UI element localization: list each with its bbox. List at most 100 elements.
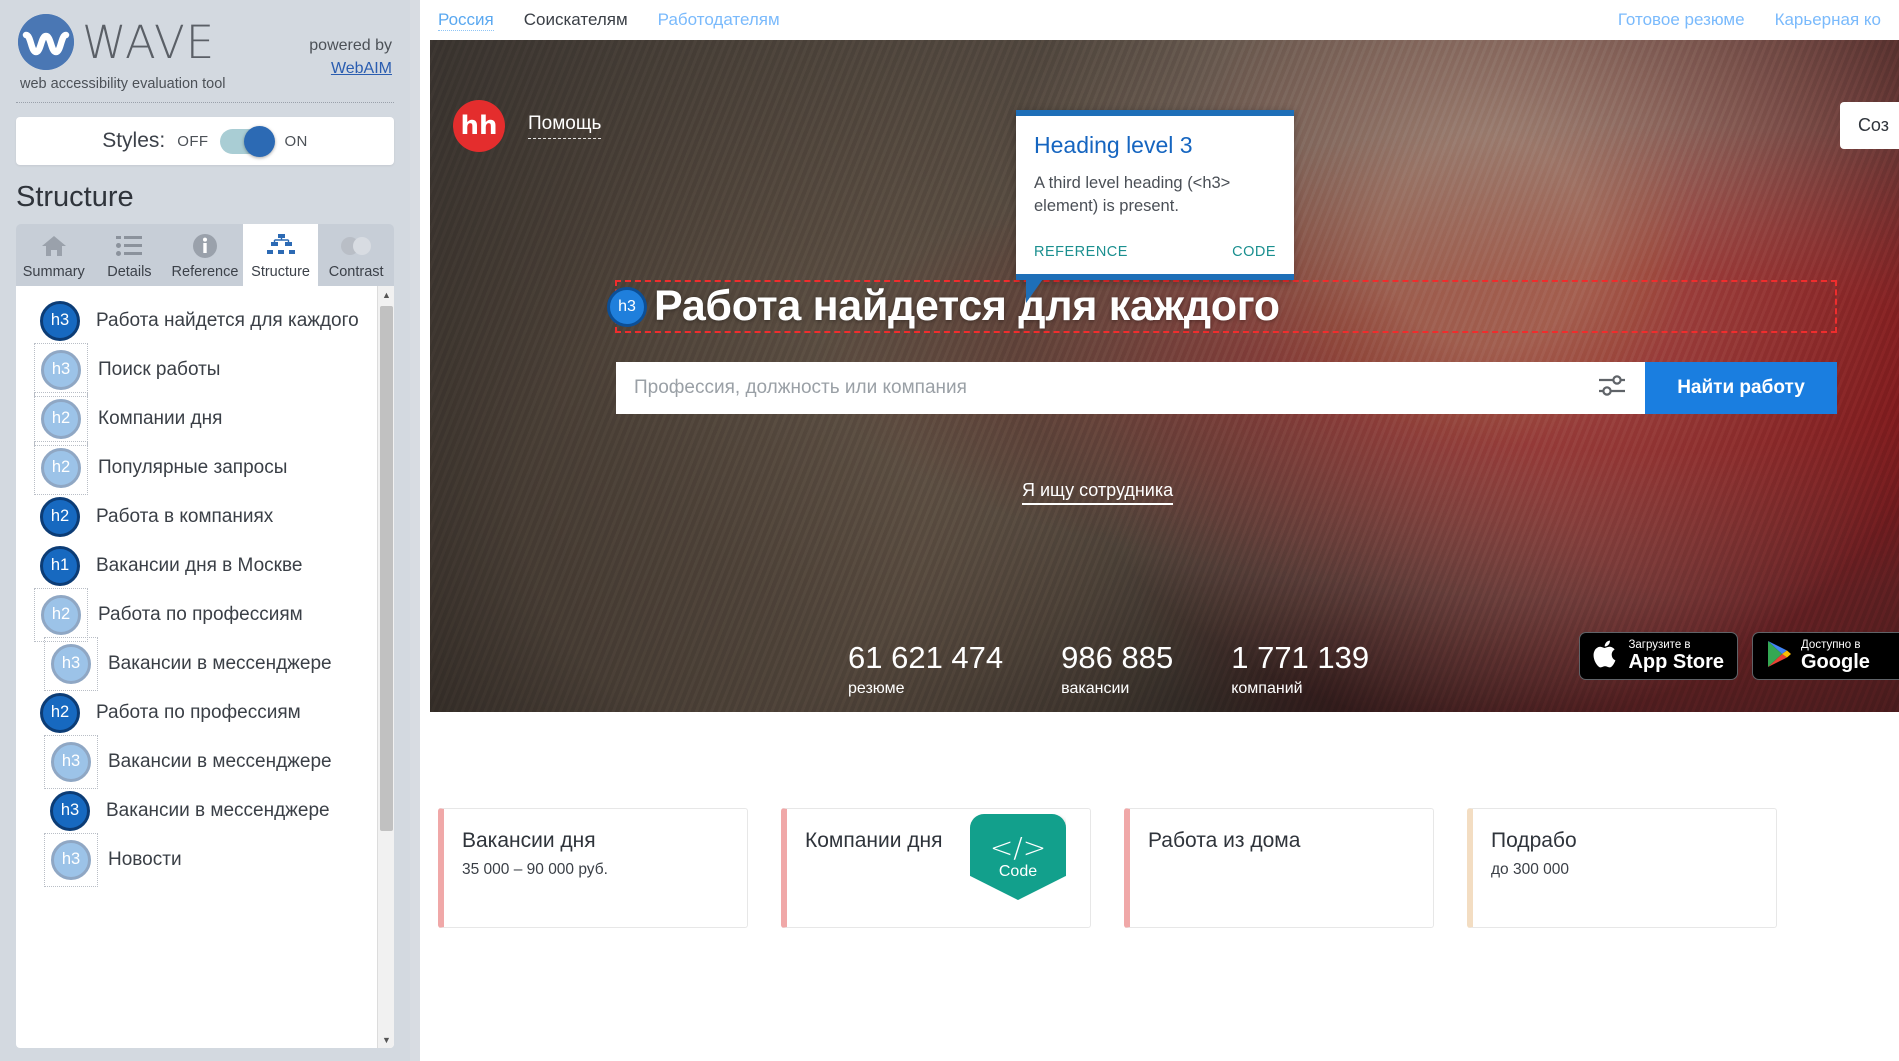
promo-card-subtitle: 35 000 – 90 000 руб. [462, 861, 608, 878]
structure-item[interactable]: h2 Работа по профессиям [16, 688, 394, 737]
wave-evaluation-window: WAVE web accessibility evaluation tool p… [0, 0, 1899, 1061]
structure-item-badge-wrapper: h3 [44, 636, 98, 691]
site-statistics: 61 621 474 резюме 986 885 вакансии 1 771 139… [848, 640, 1369, 698]
wave-tab-bar: Summary Details Reference Structure Cont… [16, 224, 394, 286]
heading-level-badge[interactable]: h3 [40, 300, 80, 341]
h3-marker-icon[interactable]: h3 [607, 287, 647, 327]
wave-code-badge[interactable]: </> Code [970, 814, 1066, 900]
statistic-item: 1 771 139 компаний [1231, 640, 1369, 698]
powered-by-text: powered by [309, 37, 392, 54]
nav-item-career-consult[interactable]: Карьерная ко [1775, 10, 1881, 30]
scrollbar-thumb[interactable] [380, 306, 393, 831]
structure-item[interactable]: h3 Вакансии в мессенджере [16, 786, 394, 835]
google-play-badge[interactable]: Доступно в Google [1752, 632, 1899, 680]
structure-item-label: Поиск работы [98, 358, 221, 380]
employer-search-link[interactable]: Я ищу сотрудника [1022, 480, 1174, 505]
find-job-button[interactable]: Найти работу [1645, 362, 1837, 414]
tab-summary[interactable]: Summary [16, 224, 92, 286]
structure-item[interactable]: h3 Поиск работы [16, 342, 394, 397]
promo-card[interactable]: Компании дня </> Code [781, 808, 1091, 928]
google-play-big-label: Google [1801, 650, 1870, 673]
google-play-icon [1766, 639, 1792, 674]
structure-item-label: Вакансии дня в Москве [96, 554, 303, 576]
nav-item-employers[interactable]: Работодателям [658, 10, 780, 30]
toggle-knob [244, 125, 276, 157]
structure-item-badge-wrapper: h2 [34, 391, 88, 446]
structure-list-scrollbar[interactable]: ▲ ▼ [377, 286, 394, 1048]
header-divider [16, 102, 394, 103]
heading-level-badge[interactable]: h3 [51, 741, 91, 782]
structure-item-badge-wrapper: h1 [34, 540, 86, 592]
heading-level-badge[interactable]: h3 [51, 643, 91, 684]
heading-level-badge[interactable]: h2 [40, 692, 80, 733]
structure-item[interactable]: h3 Новости [16, 832, 394, 887]
filter-settings-icon[interactable] [1597, 374, 1627, 402]
structure-item-badge-wrapper: h3 [34, 295, 86, 347]
search-input-placeholder: Профессия, должность или компания [634, 377, 967, 398]
webaim-link[interactable]: WebAIM [309, 57, 392, 80]
search-input-wrapper[interactable]: Профессия, должность или компания [616, 362, 1645, 414]
styles-on-label: ON [284, 132, 308, 150]
page-content: Россия Соискателям Работодателям Готовое… [420, 0, 1899, 1061]
job-search-bar: Профессия, должность или компания Найти … [616, 362, 1837, 414]
home-icon [18, 232, 90, 260]
hh-logo[interactable]: hh [453, 100, 505, 152]
app-store-badge[interactable]: Загрузите в App Store [1579, 632, 1738, 680]
structure-item[interactable]: h2 Работа по профессиям [16, 587, 394, 642]
structure-item-label: Работа найдется для каждого [96, 309, 359, 331]
scroll-down-arrow[interactable]: ▼ [378, 1031, 394, 1048]
promo-card[interactable]: Подрабо до 300 000 [1467, 808, 1777, 928]
scroll-up-arrow[interactable]: ▲ [378, 286, 394, 303]
structure-item[interactable]: h2 Популярные запросы [16, 440, 394, 495]
popup-description: A third level heading (<h3> element) is … [1034, 174, 1231, 215]
heading-level-badge[interactable]: h2 [41, 594, 81, 635]
wave-wordmark: WAVE [82, 15, 216, 69]
heading-level-badge[interactable]: h2 [41, 447, 81, 488]
structure-item-label: Компании дня [98, 407, 223, 429]
heading-level-badge[interactable]: h3 [51, 839, 91, 880]
structure-item[interactable]: h3 Вакансии в мессенджере [16, 734, 394, 789]
structure-item-badge-wrapper: h2 [34, 440, 88, 495]
structure-item-badge-wrapper: h2 [34, 687, 86, 739]
page-left-gutter [410, 0, 420, 1061]
promo-card[interactable]: Работа из дома [1124, 808, 1434, 928]
styles-toggle-switch[interactable] [220, 125, 276, 157]
promo-card-title: Вакансии дня [462, 829, 596, 852]
popup-reference-link[interactable]: REFERENCE [1034, 244, 1128, 260]
help-link[interactable]: Помощь [528, 113, 602, 139]
nav-item-region[interactable]: Россия [438, 10, 494, 31]
google-play-small-label: Доступно в [1801, 639, 1861, 652]
tab-details-label: Details [107, 264, 152, 280]
promo-card-title: Работа из дома [1148, 829, 1301, 852]
create-resume-button[interactable]: Соз [1839, 102, 1899, 149]
structure-item[interactable]: h2 Работа в компаниях [16, 492, 394, 541]
tab-contrast[interactable]: Contrast [318, 224, 394, 286]
popup-code-link[interactable]: CODE [1232, 244, 1276, 260]
tab-summary-label: Summary [22, 264, 85, 280]
powered-by-block: powered by WebAIM [309, 14, 392, 80]
info-icon [169, 232, 241, 260]
tab-reference[interactable]: Reference [167, 224, 243, 286]
heading-level-badge[interactable]: h2 [41, 398, 81, 439]
structure-item[interactable]: h3 Работа найдется для каждого [16, 296, 394, 345]
heading-level-badge[interactable]: h3 [41, 349, 81, 390]
structure-item-badge-wrapper: h3 [34, 342, 88, 397]
hero-heading: Работа найдется для каждого [654, 282, 1280, 330]
promo-card[interactable]: Вакансии дня 35 000 – 90 000 руб. [438, 808, 748, 928]
nav-item-ready-resume[interactable]: Готовое резюме [1618, 10, 1745, 30]
structure-item[interactable]: h2 Компании дня [16, 391, 394, 446]
promo-card-title: Подрабо [1491, 829, 1577, 852]
statistic-value: 61 621 474 [848, 640, 1004, 675]
nav-item-jobseekers[interactable]: Соискателям [524, 10, 628, 30]
promo-cards-row: Вакансии дня 35 000 – 90 000 руб. Компании… [438, 808, 1899, 928]
heading-level-badge[interactable]: h3 [50, 790, 90, 831]
tab-structure-label: Structure [251, 264, 310, 280]
tab-details[interactable]: Details [92, 224, 168, 286]
structure-item[interactable]: h3 Вакансии в мессенджере [16, 636, 394, 691]
structure-item[interactable]: h1 Вакансии дня в Москве [16, 541, 394, 590]
heading-level-badge[interactable]: h2 [40, 496, 80, 537]
structure-icon [245, 232, 317, 260]
heading-level-badge[interactable]: h1 [40, 545, 80, 586]
app-store-badges: Загрузите в App Store Доступно в Google [1579, 632, 1899, 680]
tab-structure[interactable]: Structure [242, 224, 319, 286]
